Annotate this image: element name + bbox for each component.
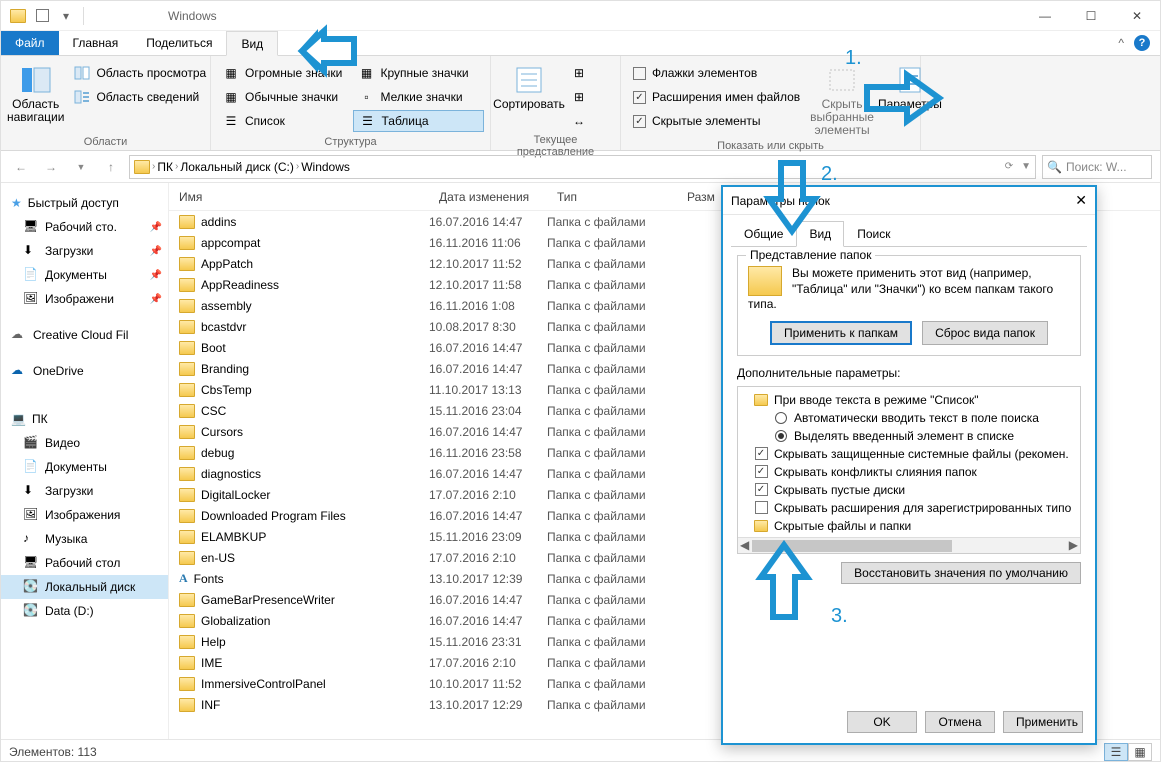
address-bar: ← → ▼ ↑ › ПК› Локальный диск (C:)› Windo… [1, 151, 1160, 183]
sidebar: ★Быстрый доступ 🖥Рабочий сто.📌⬇Загрузки📌… [1, 183, 169, 739]
sidebar-item[interactable]: ⬇Загрузки [1, 479, 168, 503]
sidebar-item[interactable]: 📄Документы [1, 455, 168, 479]
sidebar-item[interactable]: 📄Документы📌 [1, 263, 168, 287]
search-input[interactable]: 🔍 Поиск: W... [1042, 155, 1152, 179]
layout-table[interactable]: ☰Таблица [353, 110, 485, 132]
dialog-close-button[interactable]: ✕ [1075, 192, 1087, 209]
advanced-option[interactable]: При вводе текста в режиме "Список" [740, 391, 1078, 409]
annotation-label-3: 3. [831, 605, 848, 628]
hidden-items-toggle[interactable]: ✓Скрытые элементы [627, 110, 806, 132]
help-icon[interactable]: ? [1134, 35, 1150, 51]
layout-medium[interactable]: ▦Обычные значки [217, 86, 349, 108]
reset-folders-button[interactable]: Сброс вида папок [922, 321, 1048, 345]
advanced-option[interactable]: Автоматически вводить текст в поле поиск… [740, 409, 1078, 427]
advanced-option[interactable]: ✓Скрывать конфликты слияния папок [740, 463, 1078, 481]
cancel-button[interactable]: Отмена [925, 711, 995, 733]
qat-dropdown[interactable]: ▾ [55, 5, 77, 27]
addcolumn-button[interactable]: ⊞ [565, 86, 593, 108]
folder-icon [748, 266, 782, 296]
annotation-arrow-1 [296, 29, 366, 76]
window-title: Windows [168, 9, 217, 23]
annotation-arrow-3 [767, 159, 817, 238]
file-extensions-toggle[interactable]: ✓Расширения имен файлов [627, 86, 806, 108]
sidebar-item[interactable]: 🎬Видео [1, 431, 168, 455]
item-checkboxes-toggle[interactable]: Флажки элементов [627, 62, 806, 84]
restore-defaults-button[interactable]: Восстановить значения по умолчанию [841, 562, 1081, 584]
advanced-option[interactable]: Выделять введенный элемент в списке [740, 427, 1078, 445]
ribbon-tabs: Файл Главная Поделиться Вид ^ ? [1, 31, 1160, 56]
sidebar-item[interactable]: 💽Data (D:) [1, 599, 168, 623]
sidebar-item[interactable]: 🖥Рабочий стол [1, 551, 168, 575]
groupby-button[interactable]: ⊞ [565, 62, 593, 84]
folder-options-dialog: Параметры папок ✕ Общие Вид Поиск Предст… [721, 185, 1097, 745]
advanced-option[interactable]: Скрывать расширения для зарегистрированн… [740, 499, 1078, 517]
item-count: Элементов: 113 [9, 745, 97, 759]
tab-share[interactable]: Поделиться [132, 31, 226, 55]
annotation-arrow-4 [759, 541, 809, 624]
sidebar-item[interactable]: ⬇Загрузки📌 [1, 239, 168, 263]
advanced-settings-list[interactable]: При вводе текста в режиме "Список"Автома… [737, 386, 1081, 554]
apply-button[interactable]: Применить [1003, 711, 1083, 733]
collapse-ribbon-icon[interactable]: ^ [1118, 36, 1124, 50]
up-button[interactable]: ↑ [99, 155, 123, 179]
breadcrumb[interactable]: › ПК› Локальный диск (C:)› Windows ⟳ ▼ [129, 155, 1036, 179]
view-icons-button[interactable]: ▦ [1128, 743, 1152, 761]
sidebar-item[interactable]: 🖥Рабочий сто.📌 [1, 215, 168, 239]
close-button[interactable]: ✕ [1114, 1, 1160, 31]
folder-icon [134, 160, 150, 174]
tab-home[interactable]: Главная [59, 31, 133, 55]
annotation-label-2: 2. [821, 163, 838, 186]
titlebar: ▾ Windows — ☐ ✕ [1, 1, 1160, 31]
advanced-option[interactable]: ✓Скрывать пустые диски [740, 481, 1078, 499]
advanced-option[interactable]: Скрытые файлы и папки [740, 517, 1078, 535]
sidebar-item[interactable]: ☁Creative Cloud Fil [1, 323, 168, 347]
layout-small[interactable]: ▫Мелкие значки [353, 86, 485, 108]
sidebar-item[interactable]: 🖼Изображени📌 [1, 287, 168, 311]
advanced-option[interactable]: ✓Скрывать защищенные системные файлы (ре… [740, 445, 1078, 463]
search-icon: 🔍 [1047, 160, 1062, 174]
folder-icon [7, 5, 29, 27]
history-dropdown[interactable]: ▼ [69, 155, 93, 179]
dialog-tab-search[interactable]: Поиск [844, 221, 903, 246]
tab-file[interactable]: Файл [1, 31, 59, 55]
apply-to-folders-button[interactable]: Применить к папкам [770, 321, 912, 345]
details-pane-button[interactable]: Область сведений [68, 86, 212, 108]
annotation-label-1: 1. [845, 47, 862, 70]
sizecolumns-button[interactable]: ↔ [565, 110, 593, 132]
maximize-button[interactable]: ☐ [1068, 1, 1114, 31]
qat-checkbox[interactable] [31, 5, 53, 27]
minimize-button[interactable]: — [1022, 1, 1068, 31]
layout-large[interactable]: ▦Крупные значки [353, 62, 485, 84]
sidebar-item[interactable]: 🖼Изображения [1, 503, 168, 527]
layout-list[interactable]: ☰Список [217, 110, 349, 132]
view-details-button[interactable]: ☰ [1104, 743, 1128, 761]
navigation-pane-button[interactable]: Область навигации [7, 60, 64, 124]
quick-access[interactable]: ★Быстрый доступ [1, 191, 168, 215]
sidebar-item[interactable]: ☁OneDrive [1, 359, 168, 383]
preview-pane-button[interactable]: Область просмотра [68, 62, 212, 84]
back-button[interactable]: ← [9, 155, 33, 179]
this-pc[interactable]: 💻ПК [1, 407, 168, 431]
sidebar-item[interactable]: ♪Музыка [1, 527, 168, 551]
sort-button[interactable]: Сортировать [497, 60, 561, 111]
tab-view[interactable]: Вид [226, 31, 278, 56]
annotation-arrow-2 [863, 73, 943, 126]
forward-button[interactable]: → [39, 155, 63, 179]
sidebar-item[interactable]: 💽Локальный диск [1, 575, 168, 599]
ok-button[interactable]: OK [847, 711, 917, 733]
ribbon: Область навигации Область просмотра Обла… [1, 56, 1160, 151]
